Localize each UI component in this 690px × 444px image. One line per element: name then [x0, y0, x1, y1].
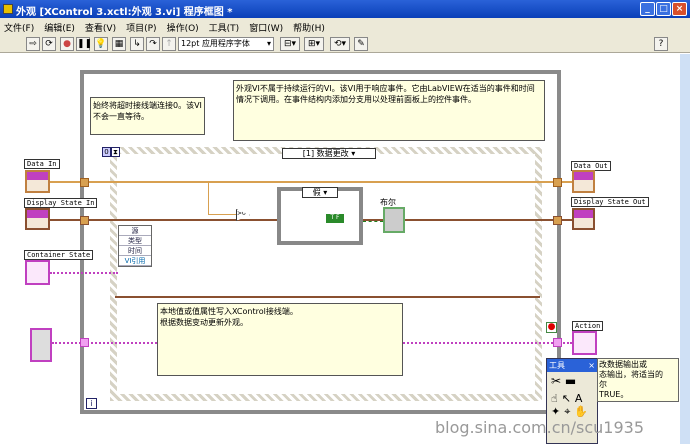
- retain-wire-values-icon[interactable]: ▦: [112, 37, 126, 51]
- event-case-selector[interactable]: [1] 数据更改 ▾: [282, 148, 376, 159]
- title-bar: 外观 [XControl 3.xctl:外观 3.vi] 程序框图 * _ □ …: [0, 0, 690, 18]
- tool-grid[interactable]: ☝↖A ✦⌖✋: [547, 390, 597, 421]
- shift-register-action-in[interactable]: [80, 338, 89, 347]
- data-branch-wire: [208, 181, 209, 214]
- tooltip: 改数据输出或 态输出，将适当的 尔 TRUE。: [597, 358, 679, 402]
- shift-register-display-out[interactable]: [553, 216, 562, 225]
- comment-main[interactable]: 外观VI不属于持续运行的VI。该VI用于响应事件。它由LabVIEW在适当的事件…: [233, 80, 545, 141]
- menu-view[interactable]: 查看(V): [85, 21, 116, 34]
- step-into-icon[interactable]: ↳: [130, 37, 144, 51]
- step-over-icon[interactable]: ↷: [146, 37, 160, 51]
- close-button[interactable]: ×: [672, 2, 687, 16]
- terminal-data-out[interactable]: [572, 170, 595, 193]
- chevron-down-icon: ▾: [266, 39, 271, 48]
- pause-icon[interactable]: ❚❚: [76, 37, 92, 51]
- menu-project[interactable]: 项目(P): [126, 21, 156, 34]
- menu-window[interactable]: 窗口(W): [249, 21, 283, 34]
- run-arrow-icon[interactable]: ⇨: [26, 37, 40, 51]
- menu-help[interactable]: 帮助(H): [293, 21, 325, 34]
- boolean-constant[interactable]: T F: [326, 214, 344, 223]
- bool-wire: [363, 221, 383, 222]
- action-constant[interactable]: [30, 328, 52, 362]
- close-icon[interactable]: ×: [588, 359, 595, 372]
- menu-edit[interactable]: 编辑(E): [44, 21, 75, 34]
- container-state-wire: [50, 272, 118, 274]
- window-title: 外观 [XControl 3.xctl:外观 3.vi] 程序框图 *: [16, 7, 233, 18]
- run-continuous-icon[interactable]: ⟳: [42, 37, 56, 51]
- shift-register-data-out[interactable]: [553, 178, 562, 187]
- hourglass-icon: ⧗: [111, 147, 120, 157]
- data-branch-wire-h: [208, 214, 236, 215]
- timeout-terminal[interactable]: 0: [102, 147, 111, 157]
- terminal-action[interactable]: [572, 331, 597, 355]
- label-display-state-out: Display State Out: [571, 197, 649, 207]
- maximize-button[interactable]: □: [656, 2, 671, 16]
- scrollbar[interactable]: [680, 54, 690, 444]
- toolbar: ⇨ ⟳ ● ❚❚ 💡 ▦ ↳ ↷ ↑ 12pt 应用程序字体 ▾ ⊟▾ ⊞▾ ⟲▾…: [0, 35, 690, 53]
- distribute-icon[interactable]: ⊞▾: [304, 37, 324, 51]
- terminal-display-state-out[interactable]: [572, 208, 595, 230]
- label-data-in: Data In: [24, 159, 60, 169]
- align-icon[interactable]: ⊟▾: [280, 37, 300, 51]
- label-display-state-in: Display State In: [24, 198, 98, 208]
- cleanup-icon[interactable]: ✎: [354, 37, 368, 51]
- shift-register-display-in[interactable]: [80, 216, 89, 225]
- menu-operate[interactable]: 操作(O): [167, 21, 199, 34]
- minimize-button[interactable]: _: [640, 2, 655, 16]
- label-container-state: Container State: [24, 250, 94, 260]
- terminal-container-state[interactable]: [25, 260, 50, 285]
- boolean-indicator[interactable]: [383, 207, 405, 233]
- stop-icon[interactable]: ●: [546, 322, 557, 333]
- help-icon[interactable]: ?: [654, 37, 668, 51]
- divider-wire: [115, 296, 540, 298]
- menu-file[interactable]: 文件(F): [4, 21, 34, 34]
- vi-icon: [3, 4, 13, 14]
- terminal-data-in[interactable]: [25, 170, 50, 193]
- font-select[interactable]: 12pt 应用程序字体 ▾: [178, 37, 274, 51]
- watermark: blog.sina.com.cn/scu1935: [435, 418, 645, 437]
- auto-tool-icon[interactable]: ✂ ▬: [547, 372, 597, 390]
- event-data-node[interactable]: 源 类型 时间 VI引用: [118, 225, 152, 267]
- terminal-display-state-in[interactable]: [25, 208, 50, 230]
- iteration-terminal[interactable]: i: [86, 398, 97, 409]
- highlight-execution-icon[interactable]: 💡: [94, 37, 108, 51]
- menu-bar: 文件(F) 编辑(E) 查看(V) 项目(P) 操作(O) 工具(T) 窗口(W…: [0, 18, 690, 35]
- comment-timeout[interactable]: 始终将超时接线端连接0。该VI不会一直等待。: [90, 97, 205, 135]
- shift-register-action-out[interactable]: [553, 338, 562, 347]
- case-selector[interactable]: 假 ▾: [302, 187, 338, 198]
- comment-bottom[interactable]: 本地值或值属性写入XControl接线端。 根据数据变动更新外观。: [157, 303, 403, 376]
- shift-register-data-in[interactable]: [80, 178, 89, 187]
- reorder-icon[interactable]: ⟲▾: [330, 37, 350, 51]
- data-wire: [50, 181, 540, 183]
- menu-tools[interactable]: 工具(T): [209, 21, 240, 34]
- label-action: Action: [572, 321, 604, 331]
- abort-icon[interactable]: ●: [60, 37, 74, 51]
- step-out-icon[interactable]: ↑: [162, 37, 176, 51]
